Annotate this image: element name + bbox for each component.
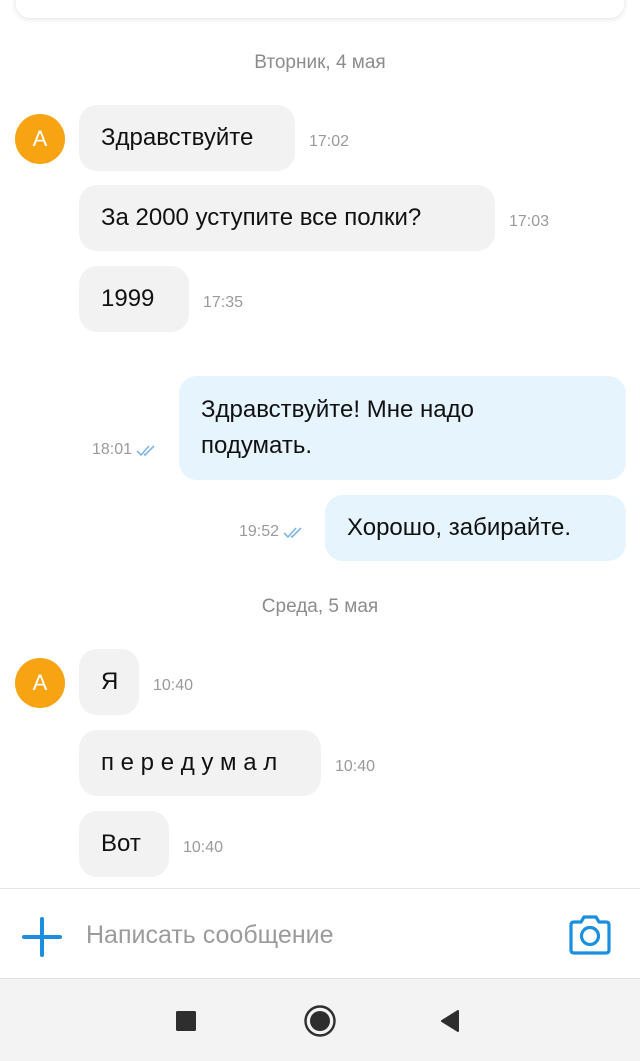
message-bubble[interactable]: Здравствуйте! Мне надо подумать. <box>179 376 626 480</box>
message-text: За 2000 уступите все полки? <box>101 204 422 231</box>
read-check-icon <box>136 445 155 457</box>
contact-avatar[interactable]: А <box>15 114 65 164</box>
message-time: 17:02 <box>309 133 350 150</box>
add-attachment-button[interactable] <box>20 915 64 959</box>
message-bubble[interactable]: Вот <box>79 811 169 877</box>
message-time: 19:52 <box>239 523 307 541</box>
triangle-back-icon <box>441 1010 459 1032</box>
plus-icon <box>22 917 62 957</box>
message-time: 10:40 <box>335 758 376 775</box>
message-text: п е р е д у м а л <box>101 749 278 776</box>
camera-icon <box>569 915 611 955</box>
message-text: Вот <box>101 830 141 857</box>
message-text: 1999 <box>101 285 155 312</box>
message-time: 10:40 <box>153 677 194 694</box>
date-separator: Вторник, 4 мая <box>254 52 386 73</box>
message-time-text: 19:52 <box>239 523 280 540</box>
message-time: 18:01 <box>92 441 160 459</box>
message-composer <box>0 888 640 978</box>
message-text: Я <box>101 668 119 695</box>
message-input[interactable] <box>86 913 546 957</box>
message-bubble[interactable]: Хорошо, забирайте. <box>325 495 626 561</box>
circle-icon <box>304 1005 336 1037</box>
home-button[interactable] <box>302 1003 338 1039</box>
message-bubble[interactable]: Здравствуйте <box>79 105 295 171</box>
message-bubble[interactable]: 1999 <box>79 266 189 332</box>
message-text: Здравствуйте <box>101 124 254 151</box>
avatar-letter: А <box>32 670 48 695</box>
message-bubble[interactable]: За 2000 уступите все полки? <box>79 185 495 251</box>
message-bubble[interactable]: п е р е д у м а л <box>79 730 321 796</box>
top-card <box>16 0 624 18</box>
camera-button[interactable] <box>567 913 613 957</box>
message-time: 10:40 <box>183 839 224 856</box>
message-text: Здравствуйте! Мне надо подумать. <box>201 396 474 459</box>
back-button[interactable] <box>432 1003 468 1039</box>
message-text: Хорошо, забирайте. <box>347 514 572 541</box>
message-time: 17:35 <box>203 294 244 311</box>
square-icon <box>176 1011 196 1031</box>
message-time: 17:03 <box>509 213 550 230</box>
message-bubble[interactable]: Я <box>79 649 139 715</box>
message-time-text: 18:01 <box>92 441 133 458</box>
system-navigation-bar <box>0 978 640 1061</box>
date-separator: Среда, 5 мая <box>261 596 379 617</box>
recent-apps-button[interactable] <box>168 1003 204 1039</box>
avatar-letter: А <box>32 126 48 151</box>
read-check-icon <box>283 527 302 539</box>
contact-avatar[interactable]: А <box>15 658 65 708</box>
